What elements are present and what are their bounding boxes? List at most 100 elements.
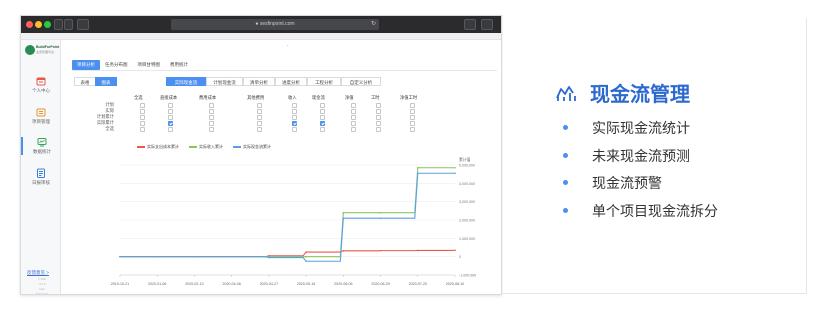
main-content: ⌄ 项目分析 任务分布图 项目甘特图 费用统计 表格 图表 实际现金流 计划现金…: [62, 40, 501, 294]
filter-checkbox[interactable]: [376, 126, 381, 132]
filter-checkbox[interactable]: [320, 108, 325, 114]
series-line: [120, 172, 455, 262]
filter-checkbox[interactable]: [257, 114, 262, 120]
filter-checkbox[interactable]: [376, 120, 381, 126]
filter-checkbox[interactable]: [351, 120, 356, 126]
filter-checkbox[interactable]: [140, 120, 145, 126]
tab-divider: [72, 70, 497, 71]
filter-checkbox[interactable]: [257, 102, 262, 108]
filter-checkbox[interactable]: [209, 102, 214, 108]
sidebar-toggle-button[interactable]: [77, 19, 89, 30]
filter-checkbox[interactable]: [257, 120, 262, 126]
data-point: [305, 255, 307, 258]
sidebar-item-daily-report[interactable]: 日报审核: [21, 168, 61, 186]
view-chart-button[interactable]: 图表: [95, 77, 117, 86]
tabs-button[interactable]: [481, 19, 493, 30]
filter-checkbox[interactable]: [351, 108, 356, 114]
view-table-button[interactable]: 表格: [74, 77, 96, 86]
filter-checkbox[interactable]: [410, 126, 415, 132]
analysis-tab-progress[interactable]: 进度分析: [275, 77, 307, 86]
filter-checkbox[interactable]: [209, 120, 214, 126]
legend-item[interactable]: 实际支出成本累计: [137, 144, 179, 150]
filter-checkbox[interactable]: [320, 126, 325, 132]
share-button[interactable]: [464, 19, 476, 30]
page: ● sesfinpoint.com ↻ BuildForPoint 业务管理平台…: [0, 0, 828, 328]
analysis-tab-actual-cashflow[interactable]: 实际现金流: [166, 77, 206, 86]
filter-checkbox[interactable]: [410, 114, 415, 120]
tab-gantt[interactable]: 项目甘特图: [133, 60, 166, 70]
address-text: ● sesfinpoint.com: [255, 21, 295, 27]
filter-checkbox[interactable]: [209, 114, 214, 120]
sidebar-item-statistics[interactable]: 数据统计: [21, 137, 61, 155]
filter-checkbox[interactable]: [140, 114, 145, 120]
filter-checkbox[interactable]: [168, 102, 173, 108]
reload-icon[interactable]: ↻: [371, 19, 376, 30]
collapse-handle-icon[interactable]: ⌄: [286, 42, 289, 47]
chart-line-icon: [556, 86, 576, 101]
filter-checkbox[interactable]: [168, 114, 173, 120]
folder-icon: [36, 108, 46, 117]
series-line: [120, 249, 456, 258]
filter-checkbox[interactable]: [140, 108, 145, 114]
data-point: [416, 166, 419, 169]
filter-checkbox[interactable]: [209, 108, 214, 114]
analysis-tab-engineering[interactable]: 工程分析: [307, 77, 341, 86]
filter-checkbox[interactable]: [140, 126, 145, 132]
version-line: build: [39, 288, 45, 291]
y-tick-label: 1,000,000: [459, 237, 475, 241]
tab-cost-stats[interactable]: 费用统计: [165, 60, 193, 70]
analysis-tab-planned-cashflow[interactable]: 计划现金流: [206, 77, 243, 86]
feature-panel: 现金流管理 实际现金流统计 未来现金流预测 现金流预警 单个项目现金流拆分: [503, 18, 807, 294]
filter-checkbox[interactable]: [140, 102, 145, 108]
data-point: [379, 211, 382, 214]
filter-checkbox[interactable]: [292, 126, 297, 132]
filter-checkbox[interactable]: [292, 120, 297, 126]
sidebar-item-projects[interactable]: 项目管理: [21, 107, 61, 125]
filter-checkbox[interactable]: [376, 114, 381, 120]
logo-subtitle: 业务管理平台: [36, 50, 55, 54]
forward-button[interactable]: [64, 19, 73, 30]
address-bar[interactable]: ● sesfinpoint.com ↻: [171, 19, 379, 30]
analysis-tab-custom[interactable]: 自定义分析: [341, 77, 381, 86]
filter-checkbox[interactable]: [257, 126, 262, 132]
sidebar-item-personal[interactable]: 个人中心: [21, 76, 61, 94]
filter-checkbox[interactable]: [257, 108, 262, 114]
legend-item[interactable]: 实际现金流累计: [233, 144, 271, 150]
filter-checkbox[interactable]: [410, 102, 415, 108]
filter-checkbox[interactable]: [168, 126, 173, 132]
x-tick-label: 2019-10-21: [111, 282, 129, 286]
filter-checkbox[interactable]: [376, 102, 381, 108]
filter-checkbox[interactable]: [351, 102, 356, 108]
filter-checkbox[interactable]: [292, 102, 297, 108]
data-point: [193, 255, 196, 258]
feedback-link[interactable]: 反馈意见 >: [27, 270, 49, 276]
filter-checkbox[interactable]: [351, 114, 356, 120]
legend-item[interactable]: 实际收入累计: [189, 144, 223, 150]
data-point: [119, 255, 121, 258]
filter-checkbox[interactable]: [351, 126, 356, 132]
filter-checkbox[interactable]: [209, 126, 214, 132]
filter-checkbox[interactable]: [168, 120, 173, 126]
filter-checkbox[interactable]: [410, 120, 415, 126]
y-tick-label: 2,000,000: [459, 219, 475, 223]
filter-checkbox[interactable]: [320, 102, 325, 108]
filter-checkbox[interactable]: [292, 114, 297, 120]
maximize-window-dot[interactable]: [44, 21, 51, 28]
filter-checkbox[interactable]: [410, 108, 415, 114]
filter-checkbox[interactable]: [320, 114, 325, 120]
filter-checkbox[interactable]: [168, 108, 173, 114]
filter-checkbox[interactable]: [376, 108, 381, 114]
x-tick-label: 2020-02-10: [185, 282, 203, 286]
data-point: [305, 251, 307, 253]
analysis-tab-list[interactable]: 清单分析: [243, 77, 275, 86]
close-window-dot[interactable]: [26, 21, 33, 28]
data-point: [416, 249, 419, 252]
tab-project-analysis[interactable]: 项目分析: [72, 60, 100, 70]
tab-task-distribution[interactable]: 任务分布图: [100, 60, 133, 70]
x-tick-label: 2020-05-16: [297, 282, 315, 286]
y-tick-label: 3,000,000: [459, 200, 475, 204]
filter-checkbox[interactable]: [292, 108, 297, 114]
filter-checkbox[interactable]: [320, 120, 325, 126]
back-button[interactable]: [54, 19, 63, 30]
minimize-window-dot[interactable]: [35, 21, 42, 28]
